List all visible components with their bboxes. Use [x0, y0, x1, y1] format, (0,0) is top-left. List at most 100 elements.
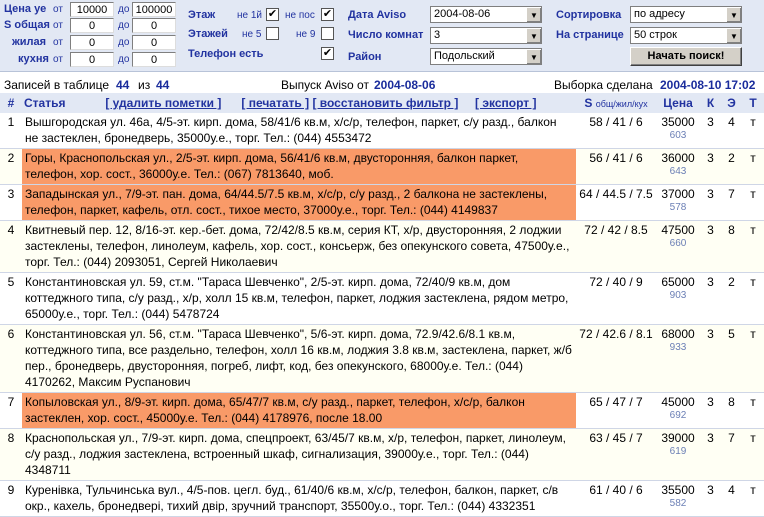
restore-filter-link[interactable]: [ восстановить фильтр ] [312, 96, 458, 110]
row-price: 36000 [661, 151, 695, 165]
row-floor: 2 [721, 272, 742, 325]
row-id-link[interactable]: 619 [659, 446, 697, 458]
row-id-link[interactable]: 903 [659, 290, 697, 302]
row-id-link[interactable]: 933 [659, 342, 697, 354]
row-price-cell: 65000 903 [656, 272, 700, 325]
phone-label: Телефон есть [188, 48, 264, 60]
row-id-link[interactable]: 578 [659, 202, 697, 214]
area-total-label: S общая [4, 19, 50, 31]
row-rooms: 3 [700, 324, 721, 393]
not-last-checkbox[interactable]: ✔ [321, 8, 334, 21]
sort-value: по адресу [634, 8, 685, 20]
table-row[interactable]: 3 Западынская ул., 7/9-эт. пан. дома, 64/… [0, 184, 764, 221]
area-kitchen-label: кухня [18, 53, 49, 65]
row-rooms: 3 [700, 392, 721, 429]
records-count: 44 [116, 78, 130, 92]
total-to-input[interactable] [132, 18, 176, 33]
row-price-cell: 45000 692 [656, 392, 700, 429]
row-floor: 4 [721, 480, 742, 517]
total-from-input[interactable] [70, 18, 114, 33]
row-type: т [742, 148, 764, 185]
row-id-link[interactable]: 643 [659, 166, 697, 178]
chevron-down-icon: ▼ [526, 7, 541, 22]
from-label: от [53, 20, 63, 31]
table-row[interactable]: 9 Куренівка, Тульчинська вул., 4/5-пов. ц… [0, 480, 764, 517]
row-id-link[interactable]: 692 [659, 410, 697, 422]
row-description[interactable]: Копыловская ул., 8/9-эт. кирп. дома, 65/… [22, 392, 576, 429]
living-to-input[interactable] [132, 35, 176, 50]
search-button[interactable]: Начать поиск! [630, 47, 742, 66]
chevron-down-icon: ▼ [526, 28, 541, 43]
table-row[interactable]: 1 Вышгородская ул. 46а, 4/5-эт. кирп. дом… [0, 113, 764, 149]
col-price: Цена [656, 93, 700, 113]
col-num: # [0, 93, 22, 113]
district-label: Район [348, 51, 382, 63]
phone-checkbox[interactable]: ✔ [321, 47, 334, 60]
from-label: от [53, 4, 63, 15]
col-rooms: К [700, 93, 721, 113]
row-id-link[interactable]: 660 [659, 238, 697, 250]
export-link[interactable]: [ экспорт ] [475, 96, 536, 110]
table-row[interactable]: 5 Константиновская ул. 59, ст.м. "Тараса … [0, 272, 764, 325]
row-area: 65 / 47 / 7 [576, 392, 656, 429]
row-description[interactable]: Квитневый пер. 12, 8/16-эт. кер.-бет. до… [22, 220, 576, 273]
row-rooms: 3 [700, 184, 721, 221]
table-row[interactable]: 4 Квитневый пер. 12, 8/16-эт. кер.-бет. д… [0, 220, 764, 273]
row-description[interactable]: Константиновская ул. 56, ст.м. "Тараса Ш… [22, 324, 576, 393]
not-9-label: не 9 [296, 29, 316, 40]
not-5-label: не 5 [242, 29, 262, 40]
row-description[interactable]: Западынская ул., 7/9-эт. пан. дома, 64/4… [22, 184, 576, 221]
row-price: 39000 [661, 431, 695, 445]
row-area: 61 / 40 / 6 [576, 480, 656, 517]
row-area: 63 / 45 / 7 [576, 428, 656, 481]
not-first-checkbox[interactable]: ✔ [266, 8, 279, 21]
sample-label: Выборка сделана [554, 78, 653, 92]
rooms-label: Число комнат [348, 29, 424, 41]
per-page-select[interactable]: 50 строк ▼ [630, 27, 742, 44]
row-floor: 8 [721, 392, 742, 429]
row-area: 72 / 40 / 9 [576, 272, 656, 325]
date-value: 2004-08-06 [434, 8, 491, 20]
row-floor: 2 [721, 148, 742, 185]
row-price-cell: 35500 582 [656, 480, 700, 517]
rooms-select[interactable]: 3 ▼ [430, 27, 542, 44]
row-price-cell: 37000 578 [656, 184, 700, 221]
row-description[interactable]: Краснопольская ул., 7/9-эт. кирп. дома, … [22, 428, 576, 481]
not-5-checkbox[interactable] [266, 27, 279, 40]
table-row[interactable]: 7 Копыловская ул., 8/9-эт. кирп. дома, 65… [0, 392, 764, 429]
kitchen-from-input[interactable] [70, 52, 114, 67]
table-row[interactable]: 2 Горы, Краснопольская ул., 2/5-эт. кирп.… [0, 148, 764, 185]
row-id-link[interactable]: 582 [659, 498, 697, 510]
col-floor: Э [721, 93, 742, 113]
table-row[interactable]: 6 Константиновская ул. 56, ст.м. "Тараса … [0, 324, 764, 393]
rooms-value: 3 [434, 29, 441, 41]
to-label: до [118, 4, 130, 15]
delete-marks-link[interactable]: [ удалить пометки ] [105, 96, 221, 110]
row-description[interactable]: Куренівка, Тульчинська вул., 4/5-пов. це… [22, 480, 576, 517]
price-from-input[interactable] [70, 2, 114, 17]
row-number: 8 [0, 428, 22, 481]
row-id-link[interactable]: 603 [659, 130, 697, 142]
not-9-checkbox[interactable] [321, 27, 334, 40]
row-description[interactable]: Горы, Краснопольская ул., 2/5-эт. кирп. … [22, 148, 576, 185]
living-from-input[interactable] [70, 35, 114, 50]
district-select[interactable]: Подольский ▼ [430, 48, 542, 65]
row-type: т [742, 324, 764, 393]
row-price-cell: 39000 619 [656, 428, 700, 481]
row-description[interactable]: Константиновская ул. 59, ст.м. "Тараса Ш… [22, 272, 576, 325]
date-select[interactable]: 2004-08-06 ▼ [430, 6, 542, 23]
sort-select[interactable]: по адресу ▼ [630, 6, 742, 23]
price-to-input[interactable] [132, 2, 176, 17]
from-label: от [53, 37, 63, 48]
row-rooms: 3 [700, 428, 721, 481]
row-rooms: 3 [700, 272, 721, 325]
row-description[interactable]: Вышгородская ул. 46а, 4/5-эт. кирп. дома… [22, 113, 576, 149]
print-link[interactable]: [ печатать ] [241, 96, 309, 110]
to-label: до [118, 54, 130, 65]
row-area: 64 / 44.5 / 7.5 [576, 184, 656, 221]
table-body: 1 Вышгородская ул. 46а, 4/5-эт. кирп. дом… [0, 113, 764, 517]
row-type: т [742, 184, 764, 221]
col-area-sub: общ/жил/кух [595, 99, 648, 109]
table-row[interactable]: 8 Краснопольская ул., 7/9-эт. кирп. дома,… [0, 428, 764, 481]
kitchen-to-input[interactable] [132, 52, 176, 67]
